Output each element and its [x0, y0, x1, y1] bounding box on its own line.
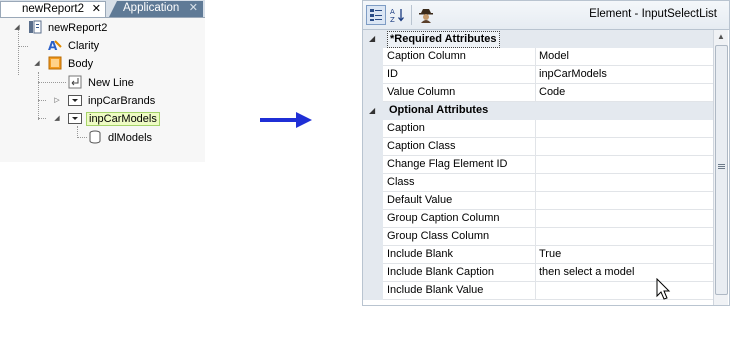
property-name: Class [383, 174, 536, 192]
toolbar-separator [411, 5, 412, 25]
tree-node-body[interactable]: Body [48, 56, 95, 72]
property-row[interactable]: Caption Class [363, 138, 716, 156]
property-grid: ◢ *Required Attributes Caption Column Mo… [363, 30, 716, 305]
body-icon [48, 56, 62, 70]
property-value[interactable]: then select a model [536, 264, 716, 282]
property-value[interactable]: Code [536, 84, 716, 102]
tree-connector [38, 118, 46, 119]
spy-button[interactable] [416, 5, 436, 25]
newline-icon [68, 75, 82, 89]
categorized-button[interactable] [366, 5, 386, 25]
close-icon[interactable]: ✕ [92, 2, 101, 17]
element-tree: ◢ newReport2 A Clarity ◢ Body New Line ▷ [0, 18, 205, 162]
category-optional-attributes[interactable]: ◢ Optional Attributes [363, 102, 716, 120]
property-value[interactable]: Model [536, 48, 716, 66]
category-label: *Required Attributes [387, 31, 500, 48]
property-name: Value Column [383, 84, 536, 102]
vertical-scrollbar[interactable]: ▲ [713, 30, 728, 305]
tree-node-inpcarmodels[interactable]: inpCarModels [68, 111, 160, 127]
document-tabstrip: newReport2 ✕ Application ✕ [0, 0, 205, 18]
grip-icon [718, 164, 725, 170]
categorized-icon [370, 9, 382, 21]
tree-connector [18, 27, 19, 75]
property-value[interactable] [536, 210, 716, 228]
tab-label: Application [123, 2, 180, 14]
expand-toggle[interactable]: ▷ [53, 97, 61, 105]
property-name: Group Class Column [383, 228, 536, 246]
property-row[interactable]: ID inpCarModels [363, 66, 716, 84]
alphabetical-sort-icon: A Z [390, 8, 404, 24]
svg-text:Z: Z [390, 16, 395, 23]
property-value[interactable]: True [536, 246, 716, 264]
property-name: Caption Column [383, 48, 536, 66]
property-value[interactable]: inpCarModels [536, 66, 716, 84]
collapse-toggle[interactable]: ◢ [33, 60, 41, 68]
property-name: Include Blank Value [383, 282, 536, 300]
tree-node-clarity[interactable]: A Clarity [48, 38, 101, 54]
property-name: Caption [383, 120, 536, 138]
tree-node-new-line[interactable]: New Line [68, 75, 136, 91]
property-row[interactable]: Include Blank True [363, 246, 716, 264]
selected-node-label: inpCarModels [86, 112, 160, 126]
property-row[interactable]: Value Column Code [363, 84, 716, 102]
tree-connector [77, 137, 87, 138]
collapse-toggle[interactable]: ◢ [13, 24, 21, 32]
svg-text:A: A [48, 39, 58, 52]
property-value[interactable] [536, 138, 716, 156]
tree-connector [38, 82, 66, 83]
collapse-icon[interactable]: ◢ [369, 102, 375, 120]
report-icon [28, 20, 42, 34]
close-icon[interactable]: ✕ [189, 1, 198, 16]
property-row[interactable]: Change Flag Element ID [363, 156, 716, 174]
collapse-toggle[interactable]: ◢ [53, 115, 61, 123]
property-row[interactable]: Caption Column Model [363, 48, 716, 66]
spy-icon [419, 9, 433, 23]
category-label: Optional Attributes [389, 104, 489, 116]
property-value[interactable] [536, 192, 716, 210]
element-type-title: Element - InputSelectList [589, 8, 717, 20]
property-name: Default Value [383, 192, 536, 210]
tree-node-newreport2[interactable]: newReport2 [28, 20, 109, 36]
property-row[interactable]: Group Class Column [363, 228, 716, 246]
property-value[interactable] [536, 228, 716, 246]
property-toolbar: A Z Element - InputSelectList [363, 1, 729, 30]
select-icon [68, 111, 82, 125]
tab-newreport2[interactable]: newReport2 ✕ [0, 1, 106, 17]
tree-node-dlmodels[interactable]: dlModels [88, 130, 154, 146]
property-row[interactable]: Default Value [363, 192, 716, 210]
tree-node-inpcarbrands[interactable]: inpCarBrands [68, 93, 157, 109]
property-name: ID [383, 66, 536, 84]
right-arrow-icon [260, 112, 312, 128]
property-value[interactable] [536, 282, 716, 300]
datalayer-icon [88, 130, 102, 144]
alphabetical-button[interactable]: A Z [388, 5, 408, 25]
scroll-up-icon[interactable]: ▲ [714, 30, 728, 44]
scrollbar-thumb[interactable] [715, 45, 728, 295]
svg-text:A: A [390, 8, 395, 16]
property-row[interactable]: Caption [363, 120, 716, 138]
tree-connector [38, 100, 46, 101]
tree-connector [38, 72, 39, 120]
property-value[interactable] [536, 120, 716, 138]
property-name: Include Blank [383, 246, 536, 264]
property-name: Change Flag Element ID [383, 156, 536, 174]
collapse-icon[interactable]: ◢ [369, 30, 375, 48]
category-required-attributes[interactable]: ◢ *Required Attributes [363, 30, 716, 48]
property-row[interactable]: Class [363, 174, 716, 192]
report-tree-panel: newReport2 ✕ Application ✕ ◢ newReport2 … [0, 0, 205, 162]
tab-application[interactable]: Application ✕ [109, 1, 203, 17]
property-grid-panel: A Z Element - InputSelectList ◢ *Require… [362, 0, 730, 306]
property-value[interactable] [536, 156, 716, 174]
select-icon [68, 93, 82, 107]
property-name: Include Blank Caption [383, 264, 536, 282]
property-name: Caption Class [383, 138, 536, 156]
property-value[interactable] [536, 174, 716, 192]
tree-connector [18, 46, 28, 47]
mouse-pointer-icon [656, 278, 671, 300]
tab-label: newReport2 [22, 3, 85, 15]
property-row[interactable]: Group Caption Column [363, 210, 716, 228]
theme-icon: A [48, 38, 62, 53]
property-name: Group Caption Column [383, 210, 536, 228]
